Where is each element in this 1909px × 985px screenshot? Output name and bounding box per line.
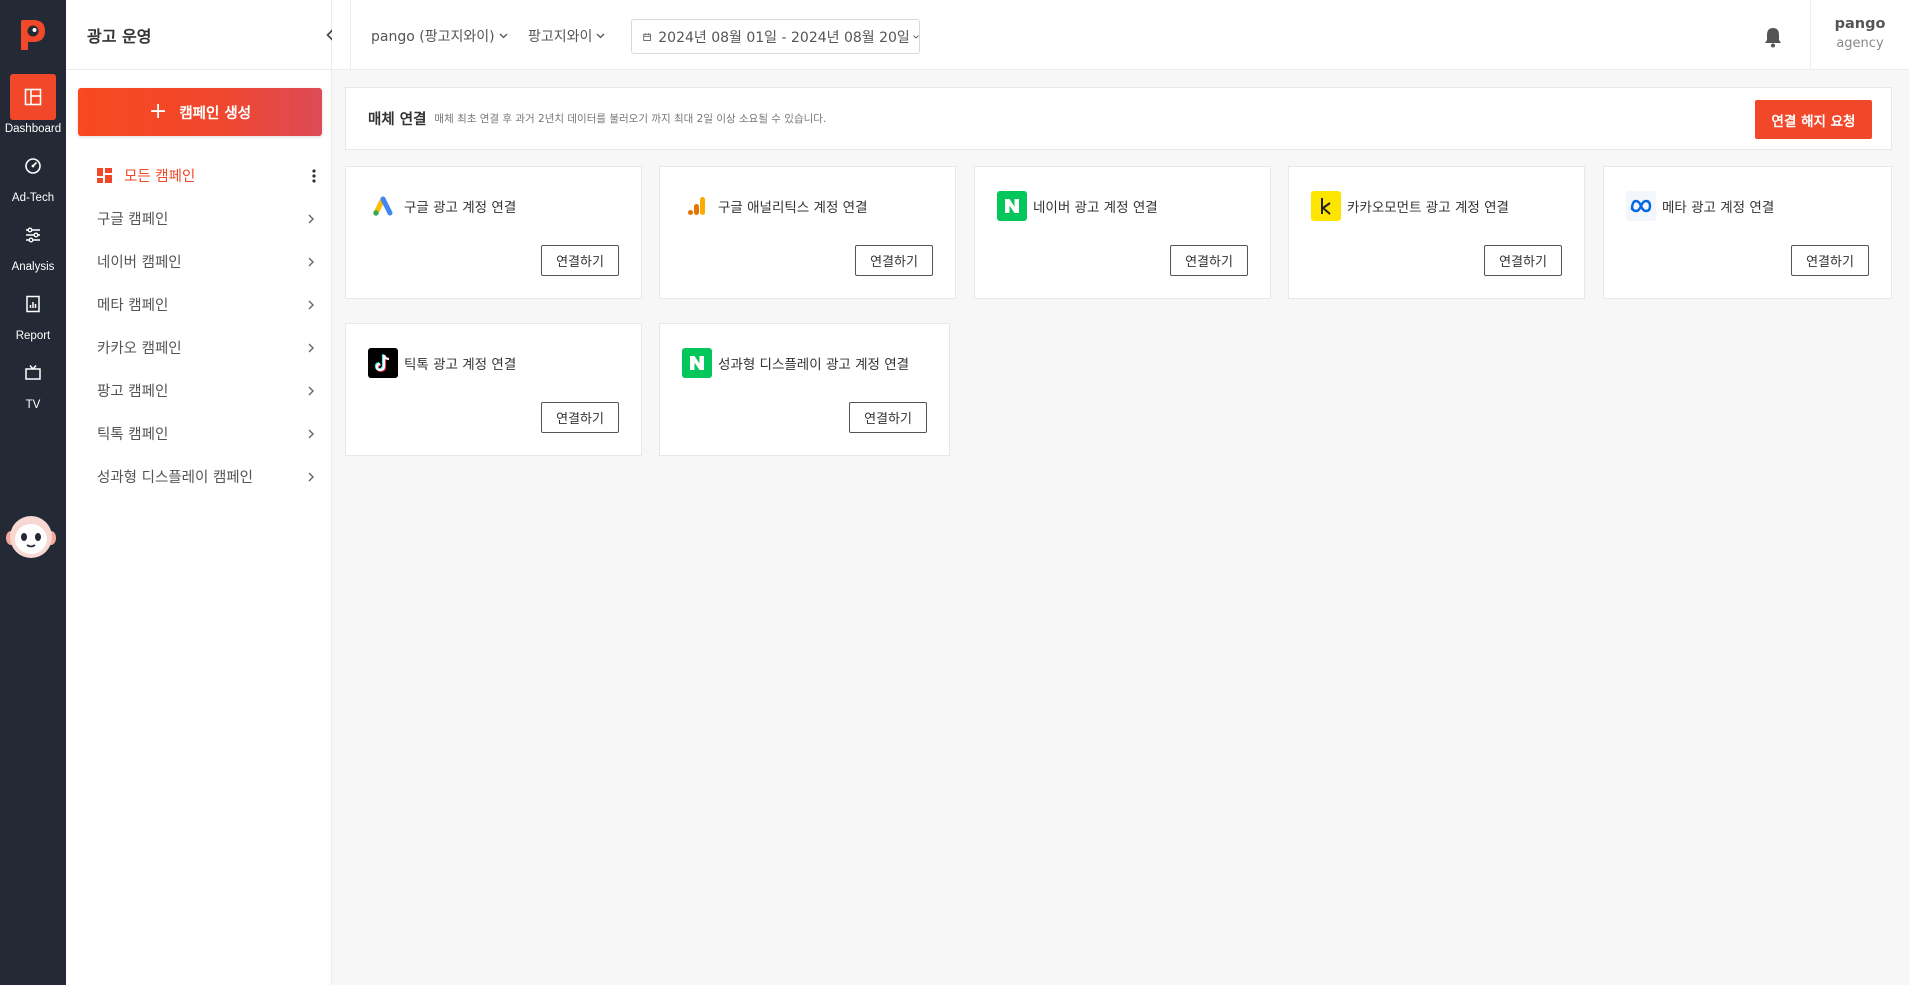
sidebar-item-tiktok[interactable]: 틱톡 캠페인	[66, 412, 332, 455]
meta-icon	[1626, 191, 1656, 221]
chevron-right-icon	[308, 472, 314, 481]
tv-icon	[10, 350, 56, 396]
sidebar-item-label: 팡고 캠페인	[97, 384, 169, 400]
chevron-right-icon	[308, 343, 314, 352]
kakao-icon	[1311, 191, 1341, 221]
calendar-icon	[643, 32, 651, 41]
chevron-down-icon	[913, 34, 919, 39]
connect-button[interactable]: 연결하기	[541, 402, 619, 433]
rail-item-report[interactable]: Report	[0, 281, 66, 342]
brand-dropdown[interactable]: 팡고지와이	[528, 26, 605, 46]
sidebar-item-kakao[interactable]: 카카오 캠페인	[66, 326, 332, 369]
rail-item-dashboard[interactable]: Dashboard	[0, 74, 66, 135]
campaign-sidebar: 광고 운영 + 캠페인 생성 모든 캠페인 구글 캠페인 네이버 캠페인 메타 …	[66, 0, 334, 985]
connect-button[interactable]: 연결하기	[1170, 245, 1248, 276]
media-card-tiktok: 틱톡 광고 계정 연결 연결하기	[345, 323, 642, 456]
media-card-google-analytics: 구글 애널리틱스 계정 연결 연결하기	[659, 166, 956, 299]
sidebar-item-meta[interactable]: 메타 캠페인	[66, 283, 332, 326]
chevron-down-icon	[499, 33, 508, 39]
card-title: 카카오모먼트 광고 계정 연결	[1347, 200, 1509, 216]
pango-logo-icon[interactable]	[15, 18, 47, 52]
user-menu[interactable]: pango agency	[1810, 0, 1909, 70]
card-title: 틱톡 광고 계정 연결	[404, 357, 517, 373]
create-campaign-button[interactable]: + 캠페인 생성	[78, 88, 322, 136]
rail-item-tv[interactable]: TV	[0, 350, 66, 411]
sidebar-item-label: 모든 캠페인	[124, 169, 196, 185]
user-role: agency	[1836, 36, 1884, 51]
top-header: pango (팡고지와이) 팡고지와이 2024년 08월 01일 - 2024…	[332, 0, 1909, 70]
sidebar-item-performance-display[interactable]: 성과형 디스플레이 캠페인	[66, 455, 332, 498]
app-rail: Dashboard Ad-Tech Analysis Report TV	[0, 0, 66, 985]
sidebar-item-label: 구글 캠페인	[97, 212, 169, 228]
date-range-picker[interactable]: 2024년 08월 01일 - 2024년 08월 20일	[631, 19, 920, 54]
bell-icon[interactable]	[1763, 26, 1783, 48]
card-title: 구글 광고 계정 연결	[404, 200, 517, 216]
sidebar-item-google[interactable]: 구글 캠페인	[66, 197, 332, 240]
disconnect-request-button[interactable]: 연결 해지 요청	[1755, 100, 1872, 139]
banner-title: 매체 연결	[368, 112, 427, 128]
rail-label-dashboard: Dashboard	[4, 123, 62, 135]
sidebar-item-label: 네이버 캠페인	[97, 255, 182, 271]
google-ads-icon	[368, 191, 398, 221]
chevron-right-icon	[308, 214, 314, 223]
rail-label-tv: TV	[25, 399, 41, 411]
chevron-right-icon	[308, 429, 314, 438]
media-card-kakao-moment: 카카오모먼트 광고 계정 연결 연결하기	[1288, 166, 1585, 299]
connect-button[interactable]: 연결하기	[541, 245, 619, 276]
media-connect-banner: 매체 연결 매체 최초 연결 후 과거 2년치 데이터를 불러오기 까지 최대 …	[345, 87, 1892, 150]
media-card-performance-display: 성과형 디스플레이 광고 계정 연결 연결하기	[659, 323, 950, 456]
sidebar-item-naver[interactable]: 네이버 캠페인	[66, 240, 332, 283]
rail-item-ad-tech[interactable]: Ad-Tech	[0, 143, 66, 204]
rail-item-analysis[interactable]: Analysis	[0, 212, 66, 273]
connect-button[interactable]: 연결하기	[849, 402, 927, 433]
sliders-icon	[10, 212, 56, 258]
chatbot-avatar-icon[interactable]	[5, 512, 57, 560]
tiktok-icon	[368, 348, 398, 378]
grid-icon	[97, 168, 112, 183]
chevron-down-icon	[596, 33, 605, 39]
naver-icon	[997, 191, 1027, 221]
sidebar-item-label: 성과형 디스플레이 캠페인	[97, 470, 253, 486]
media-card-naver: 네이버 광고 계정 연결 연결하기	[974, 166, 1271, 299]
brand-label: 팡고지와이	[528, 29, 593, 45]
campaign-nav: 모든 캠페인 구글 캠페인 네이버 캠페인 메타 캠페인 카카오 캠페인 팡고 …	[66, 154, 332, 498]
dashboard-icon	[10, 74, 56, 120]
rail-label-report: Report	[15, 330, 51, 342]
media-card-meta: 메타 광고 계정 연결 연결하기	[1603, 166, 1892, 299]
google-analytics-icon	[682, 191, 712, 221]
account-label: pango (팡고지와이)	[371, 29, 495, 45]
sidebar-item-pango[interactable]: 팡고 캠페인	[66, 369, 332, 412]
more-vertical-icon[interactable]	[312, 168, 316, 183]
gauge-icon	[10, 143, 56, 189]
sidebar-item-all-campaigns[interactable]: 모든 캠페인	[66, 154, 332, 197]
sidebar-item-label: 카카오 캠페인	[97, 341, 182, 357]
user-name: pango	[1834, 16, 1886, 32]
header-divider	[350, 0, 351, 70]
naver-display-icon	[682, 348, 712, 378]
card-title: 메타 광고 계정 연결	[1662, 200, 1775, 216]
media-card-google-ads: 구글 광고 계정 연결 연결하기	[345, 166, 642, 299]
create-campaign-label: 캠페인 생성	[179, 105, 252, 122]
connect-button[interactable]: 연결하기	[1791, 245, 1869, 276]
rail-label-analysis: Analysis	[11, 261, 55, 273]
date-range-text: 2024년 08월 01일 - 2024년 08월 20일	[658, 29, 910, 46]
connect-button[interactable]: 연결하기	[855, 245, 933, 276]
chevron-right-icon	[308, 300, 314, 309]
sidebar-item-label: 메타 캠페인	[97, 298, 169, 314]
banner-description: 매체 최초 연결 후 과거 2년치 데이터를 불러오기 까지 최대 2일 이상 …	[434, 113, 827, 125]
account-dropdown[interactable]: pango (팡고지와이)	[371, 26, 508, 46]
card-title: 성과형 디스플레이 광고 계정 연결	[718, 357, 910, 373]
rail-label-ad-tech: Ad-Tech	[11, 192, 55, 204]
connect-button[interactable]: 연결하기	[1484, 245, 1562, 276]
chevron-right-icon	[308, 386, 314, 395]
chevron-right-icon	[308, 257, 314, 266]
sidebar-item-label: 틱톡 캠페인	[97, 427, 169, 443]
card-title: 구글 애널리틱스 계정 연결	[718, 200, 868, 216]
report-icon	[10, 281, 56, 327]
sidebar-title: 광고 운영	[87, 26, 152, 46]
sidebar-header: 광고 운영	[66, 0, 334, 70]
card-title: 네이버 광고 계정 연결	[1033, 200, 1158, 216]
plus-icon: +	[148, 99, 168, 124]
